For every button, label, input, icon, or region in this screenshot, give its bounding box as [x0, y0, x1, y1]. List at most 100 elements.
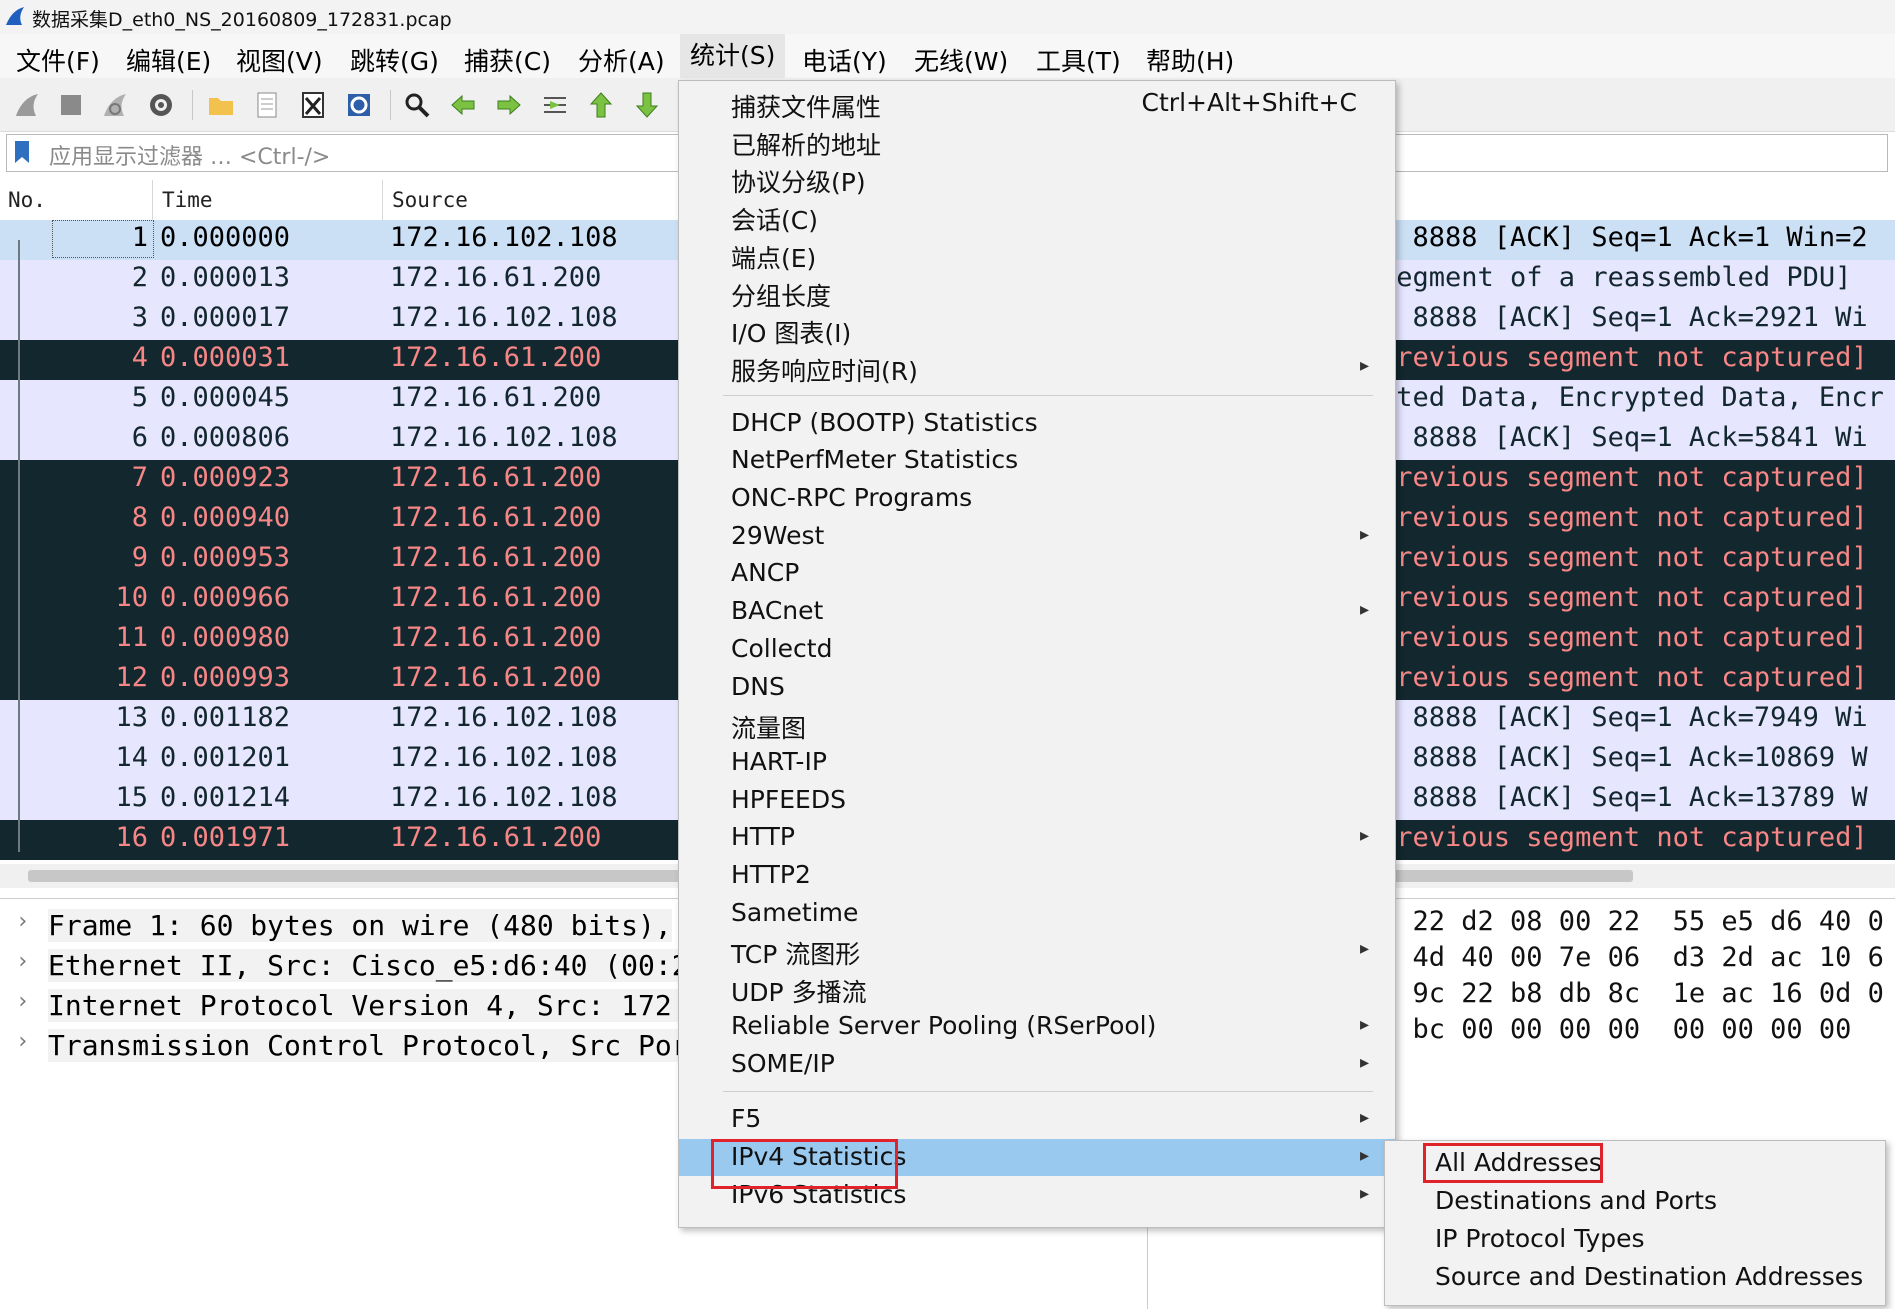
menu-item-shortcut: Ctrl+Alt+Shift+C: [1141, 88, 1357, 117]
ipv4-submenu-item[interactable]: IP Protocol Types: [1385, 1221, 1885, 1259]
stats-menu-item[interactable]: 服务响应时间(R) ▸: [679, 349, 1395, 386]
go-forward-icon[interactable]: [492, 88, 526, 122]
reload-file-icon[interactable]: [342, 88, 376, 122]
column-header-source[interactable]: Source: [392, 188, 468, 212]
close-file-icon[interactable]: [296, 88, 330, 122]
packet-number: 8: [131, 502, 148, 533]
stats-menu-item[interactable]: Collectd: [679, 631, 1395, 668]
packet-number: 15: [115, 782, 148, 813]
menu-capture[interactable]: 捕获(C): [464, 42, 551, 78]
stats-menu-item[interactable]: F5 ▸: [679, 1101, 1395, 1138]
packet-source: 172.16.61.200: [390, 822, 602, 853]
stats-menu-item[interactable]: Reliable Server Pooling (RSerPool) ▸: [679, 1008, 1395, 1045]
restart-capture-icon[interactable]: [98, 88, 132, 122]
menu-item-label: 端点(E): [731, 243, 817, 273]
hex-dump-line[interactable]: 0 bc 00 00 00 00 00 00 00 00: [1380, 1014, 1851, 1045]
stats-menu-item[interactable]: 29West ▸: [679, 518, 1395, 555]
packet-source: 172.16.102.108: [390, 702, 618, 733]
first-packet-icon[interactable]: [584, 88, 618, 122]
menu-telephony[interactable]: 电话(Y): [802, 42, 887, 78]
menu-file[interactable]: 文件(F): [16, 42, 100, 78]
menu-help[interactable]: 帮助(H): [1146, 42, 1234, 78]
stats-menu-item[interactable]: SOME/IP ▸: [679, 1046, 1395, 1083]
menu-item-label: DNS: [731, 671, 785, 701]
column-header-no[interactable]: No.: [8, 188, 46, 212]
menu-item-label: NetPerfMeter Statistics: [731, 445, 1019, 475]
stats-menu-item[interactable]: UDP 多播流: [679, 970, 1395, 1007]
go-back-icon[interactable]: [446, 88, 480, 122]
stats-menu-item[interactable]: HTTP2: [679, 857, 1395, 894]
expand-arrow-icon[interactable]: ›: [16, 989, 29, 1014]
stats-menu-item[interactable]: ONC-RPC Programs: [679, 480, 1395, 517]
last-packet-icon[interactable]: [630, 88, 664, 122]
packet-info: → 8888 [ACK] Seq=1 Ack=5841 Wi: [1380, 422, 1868, 453]
go-to-packet-icon[interactable]: [538, 88, 572, 122]
packet-source: 172.16.61.200: [390, 582, 602, 613]
capture-options-icon[interactable]: [144, 88, 178, 122]
stats-menu-item[interactable]: Sametime: [679, 895, 1395, 932]
packet-source: 172.16.102.108: [390, 302, 618, 333]
menu-item-label: 会话(C): [731, 206, 818, 236]
packet-time: 0.000000: [160, 222, 291, 253]
menu-analyze[interactable]: 分析(A): [578, 42, 665, 78]
ipv4-submenu-item[interactable]: Source and Destination Addresses: [1385, 1259, 1885, 1297]
toolbar-divider: [390, 90, 391, 120]
column-divider[interactable]: [382, 180, 383, 220]
packet-number: 13: [115, 702, 148, 733]
stats-menu-item[interactable]: 流量图: [679, 706, 1395, 743]
open-folder-icon[interactable]: [204, 88, 238, 122]
filter-bookmark-icon[interactable]: [11, 139, 33, 165]
menu-item-label: DHCP (BOOTP) Statistics: [731, 407, 1038, 437]
find-packet-icon[interactable]: [400, 88, 434, 122]
column-header-time[interactable]: Time: [162, 188, 213, 212]
menu-view[interactable]: 视图(V): [236, 42, 323, 78]
hex-dump-line[interactable]: 5 9c 22 b8 db 8c 1e ac 16 0d 0: [1380, 978, 1884, 1009]
detail-text: Transmission Control Protocol, Src Por: [48, 1029, 689, 1062]
packet-time: 0.000013: [160, 262, 291, 293]
stats-menu-item[interactable]: 协议分级(P): [679, 160, 1395, 197]
expand-arrow-icon[interactable]: ›: [16, 909, 29, 934]
packet-number: 3: [131, 302, 148, 333]
toolbar-divider: [192, 90, 193, 120]
submenu-arrow-icon: ▸: [1359, 1107, 1369, 1129]
packet-source: 172.16.61.200: [390, 382, 602, 413]
save-file-icon[interactable]: [250, 88, 284, 122]
packet-info: → 8888 [ACK] Seq=1 Ack=13789 W: [1380, 782, 1868, 813]
stats-menu-item[interactable]: HTTP ▸: [679, 819, 1395, 856]
stats-menu-item[interactable]: I/O 图表(I): [679, 311, 1395, 348]
stats-menu-item[interactable]: 端点(E): [679, 236, 1395, 273]
menu-tools[interactable]: 工具(T): [1036, 42, 1121, 78]
stats-menu-item[interactable]: 会话(C): [679, 198, 1395, 235]
stats-menu-item[interactable]: NetPerfMeter Statistics: [679, 442, 1395, 479]
stats-menu-item[interactable]: HPFEEDS: [679, 782, 1395, 819]
expand-arrow-icon[interactable]: ›: [16, 1029, 29, 1054]
menu-item-label: HPFEEDS: [731, 784, 846, 814]
submenu-arrow-icon: ▸: [1359, 825, 1369, 847]
ipv4-submenu-item[interactable]: Destinations and Ports: [1385, 1183, 1885, 1221]
stats-menu-item[interactable]: DHCP (BOOTP) Statistics: [679, 405, 1395, 442]
stats-menu-item[interactable]: 已解析的地址: [679, 123, 1395, 160]
expand-arrow-icon[interactable]: ›: [16, 949, 29, 974]
menu-wireless[interactable]: 无线(W): [914, 42, 1008, 78]
menu-edit[interactable]: 编辑(E): [126, 42, 211, 78]
menu-go[interactable]: 跳转(G): [350, 42, 439, 78]
display-filter-input[interactable]: 应用显示过滤器 … <Ctrl-/>: [49, 139, 330, 171]
stats-menu-item[interactable]: DNS: [679, 669, 1395, 706]
stop-capture-icon[interactable]: [54, 88, 88, 122]
packet-number: 11: [115, 622, 148, 653]
hex-dump-line[interactable]: d 4d 40 00 7e 06 d3 2d ac 10 6: [1380, 942, 1884, 973]
start-capture-icon[interactable]: [10, 88, 44, 122]
stats-menu-item[interactable]: 捕获文件属性 Ctrl+Alt+Shift+C: [679, 85, 1395, 122]
menu-bar: 文件(F) 编辑(E) 视图(V) 跳转(G) 捕获(C) 分析(A) 统计(S…: [0, 34, 1895, 78]
stats-menu-item[interactable]: TCP 流图形 ▸: [679, 932, 1395, 969]
stats-menu-item[interactable]: ANCP: [679, 555, 1395, 592]
stats-menu-item[interactable]: BACnet ▸: [679, 593, 1395, 630]
stats-menu-item[interactable]: 分组长度: [679, 274, 1395, 311]
packet-time: 0.000993: [160, 662, 291, 693]
packet-number: 10: [115, 582, 148, 613]
submenu-arrow-icon: ▸: [1359, 1144, 1369, 1166]
stats-menu-item[interactable]: HART-IP: [679, 744, 1395, 781]
hex-dump-line[interactable]: 7 22 d2 08 00 22 55 e5 d6 40 0: [1380, 906, 1884, 937]
menu-statistics[interactable]: 统计(S): [680, 34, 786, 78]
column-divider[interactable]: [152, 180, 153, 220]
